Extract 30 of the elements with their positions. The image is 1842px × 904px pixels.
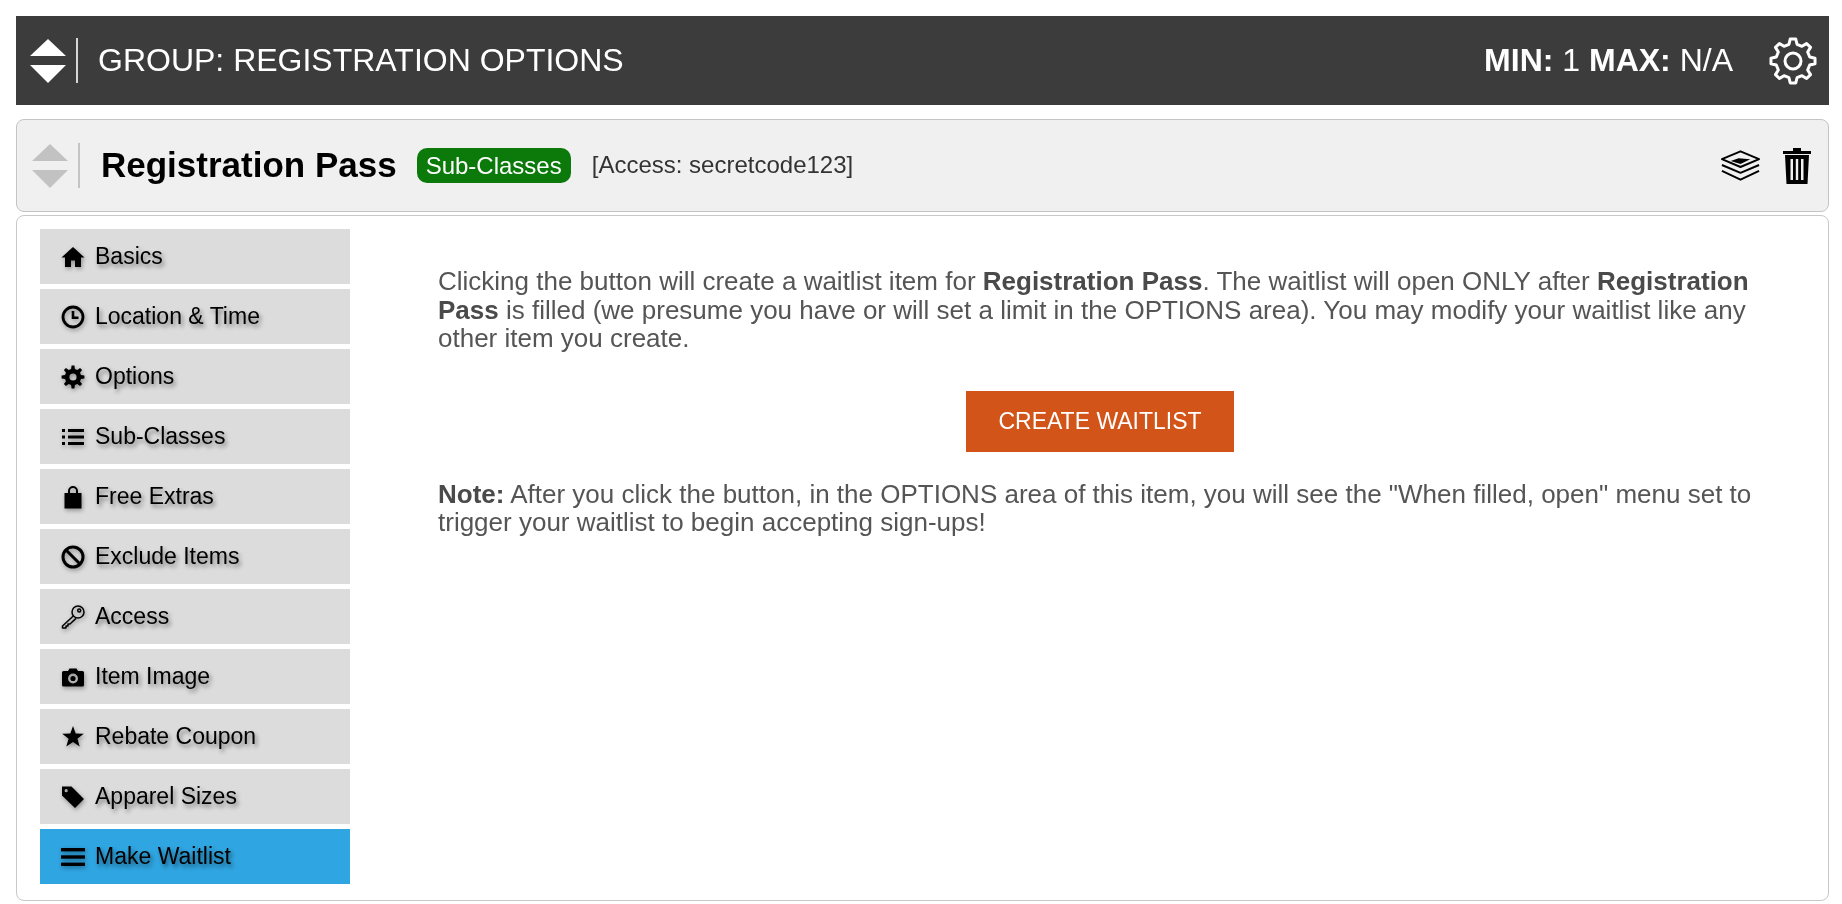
- sidebar-item[interactable]: Free Extras: [40, 469, 350, 524]
- key-icon: [60, 604, 86, 629]
- sidebar-item[interactable]: Options: [40, 349, 350, 404]
- sidebar-item[interactable]: Item Image: [40, 649, 350, 704]
- sidebar-item[interactable]: Location & Time: [40, 289, 350, 344]
- home-icon: [60, 244, 86, 269]
- prohibited-icon: [60, 544, 86, 569]
- trash-icon[interactable]: [1781, 146, 1813, 185]
- access-code-text: [Access: secretcode123]: [591, 151, 854, 180]
- tag-icon: [60, 784, 86, 809]
- reorder-arrows-icon[interactable]: [30, 38, 66, 83]
- sidebar-item[interactable]: Basics: [40, 229, 350, 284]
- category-badge: Sub-Classes: [416, 148, 571, 183]
- sidebar-item[interactable]: Exclude Items: [40, 529, 350, 584]
- note-text: Note: After you click the button, in the OPTIONS area of this item, you will see the "When filled, open" menu set to trigger your waitlist to begin accepting sign-ups!: [438, 479, 1753, 537]
- limits-text: MIN: 1 MAX: N/A: [1484, 42, 1733, 79]
- sidebar-item[interactable]: Access: [40, 589, 350, 644]
- create-waitlist-button[interactable]: CREATE WAITLIST: [966, 390, 1234, 452]
- layers-icon[interactable]: [1719, 148, 1762, 183]
- sidebar-item[interactable]: Make Waitlist: [40, 829, 350, 884]
- sidebar-item[interactable]: Sub-Classes: [40, 409, 350, 464]
- sidebar-item[interactable]: Rebate Coupon: [40, 709, 350, 764]
- star-icon: [60, 724, 86, 749]
- item-title: Registration Pass: [101, 145, 397, 186]
- gear-icon: [60, 364, 86, 389]
- description-text: Clicking the button will create a waitlist item for Registration Pass. The waitlist will open ONLY after Registration Pass is filled (we presume you have or will set a limit in the OPTIONS area). You may modify your waitlist like any other item you create.: [438, 267, 1750, 353]
- group-title: GROUP: REGISTRATION OPTIONS: [98, 42, 624, 79]
- settings-icon[interactable]: [1769, 36, 1817, 85]
- clock-icon: [60, 304, 86, 329]
- sidebar-item[interactable]: Apparel Sizes: [40, 769, 350, 824]
